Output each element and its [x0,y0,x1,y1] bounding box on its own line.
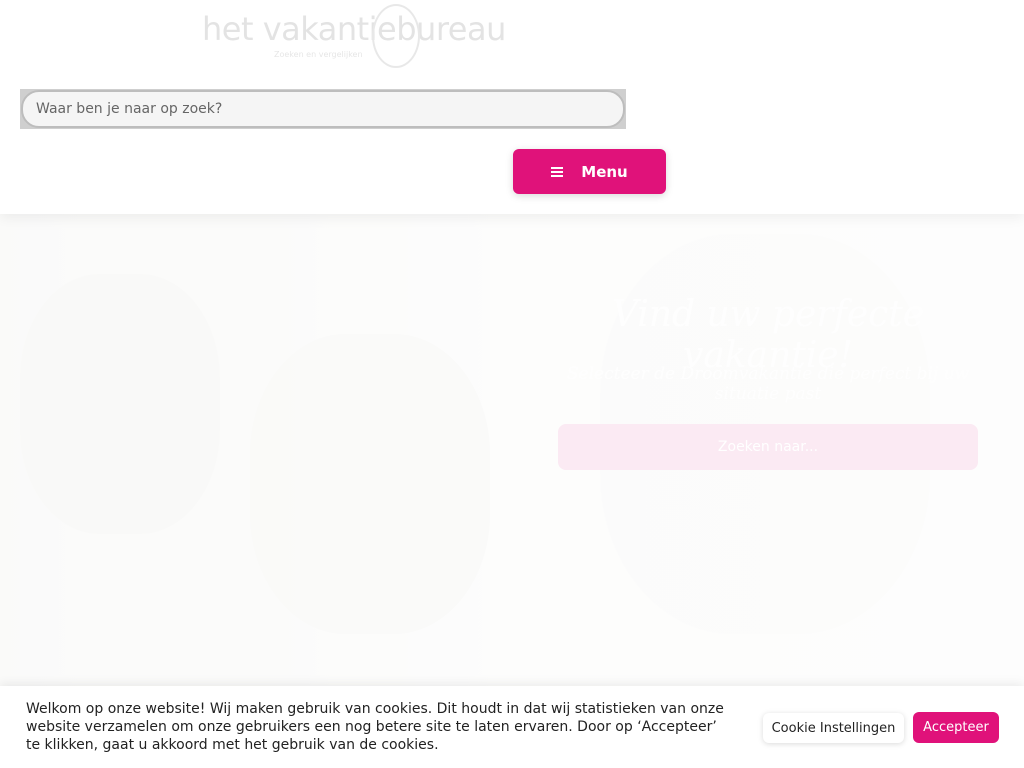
cookie-accept-button[interactable]: Accepteer [913,712,999,743]
logo-text: het vakantiebureau [202,10,506,48]
search-bar [20,89,626,129]
menu-label: Menu [581,162,628,181]
cookie-message: Welkom op onze website! Wij maken gebrui… [26,701,724,753]
menu-button[interactable]: Menu [513,149,666,194]
logo-swirl-icon [372,4,420,68]
search-input[interactable] [21,90,625,128]
hero-cta-button[interactable]: Zoeken naar... [558,424,978,470]
logo-tagline: Zoeken en vergelijken [274,50,363,59]
site-logo[interactable]: het vakantiebureau Zoeken en vergelijken [202,2,506,68]
hero-subtitle: Selecteer de Droomvakantie die perfect b… [566,364,970,404]
hamburger-icon [551,166,564,177]
cookie-settings-button[interactable]: Cookie Instellingen [763,713,904,743]
site-header: het vakantiebureau Zoeken en vergelijken… [0,0,1024,214]
hero-banner: Vind uw perfecte vakantie! Selecteer de … [0,214,1024,686]
